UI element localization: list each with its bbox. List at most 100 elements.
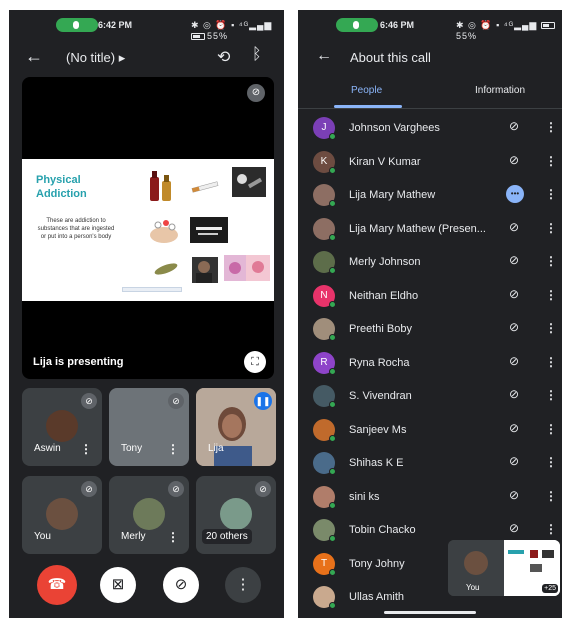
participant-row[interactable]: sini ks ⊘ ⋮ — [298, 481, 562, 514]
self-tile: You — [448, 540, 504, 596]
online-status-dot — [329, 200, 336, 207]
mic-off-icon[interactable]: ⊘ — [509, 153, 519, 167]
more-vertical-icon[interactable]: ⋮ — [545, 154, 557, 168]
mic-off-icon[interactable]: ⊘ — [509, 387, 519, 401]
mic-off-icon[interactable]: ⊘ — [509, 287, 519, 301]
pills-image — [224, 255, 246, 281]
online-status-dot — [329, 300, 336, 308]
participant-tile-you[interactable]: ⊘ You — [22, 476, 102, 554]
participant-row[interactable]: Lija Mary Mathew ••• ⋮ — [298, 179, 562, 212]
mic-off-icon[interactable]: ⊘ — [509, 119, 519, 133]
participant-tile-others[interactable]: ⊘ 20 others — [196, 476, 276, 554]
more-vertical-icon: ⋮ — [235, 576, 251, 593]
mic-active-indicator — [56, 18, 98, 32]
self-view-pip[interactable]: You +25 — [448, 540, 560, 596]
more-vertical-icon[interactable]: ⋮ — [545, 355, 557, 369]
participant-name: Merly Johnson — [349, 256, 421, 268]
participant-row[interactable]: R Ryna Rocha ⊘ ⋮ — [298, 347, 562, 380]
mic-off-icon[interactable]: ⊘ — [509, 454, 519, 468]
smoker-image — [192, 257, 218, 283]
participant-row[interactable]: Preethi Boby ⊘ ⋮ — [298, 313, 562, 346]
mic-off-icon[interactable]: ⊘ — [509, 354, 519, 368]
participant-tile-aswin[interactable]: ⊘ Aswin ⋮ — [22, 388, 102, 466]
back-arrow-icon[interactable]: ← — [316, 47, 332, 65]
fullscreen-icon[interactable]: ⛶ — [244, 351, 266, 373]
flip-camera-icon[interactable]: ⟲ — [217, 47, 230, 67]
participant-row[interactable]: K Kiran V Kumar ⊘ ⋮ — [298, 146, 562, 179]
more-vertical-icon[interactable]: ⋮ — [545, 489, 557, 503]
participant-name: S. Vivendran — [349, 390, 412, 402]
mic-off-icon[interactable]: ⊘ — [509, 421, 519, 435]
participant-tile-merly[interactable]: ⊘ Merly ⋮ — [109, 476, 189, 554]
participant-row[interactable]: Sanjeev Ms ⊘ ⋮ — [298, 414, 562, 447]
more-vertical-icon[interactable]: ⋮ — [545, 221, 557, 235]
participant-tile-tony[interactable]: ⊘ Tony ⋮ — [109, 388, 189, 466]
online-status-dot — [329, 334, 336, 341]
more-vertical-icon[interactable]: ⋮ — [167, 530, 179, 544]
more-vertical-icon[interactable]: ⋮ — [545, 321, 557, 335]
mic-icon — [353, 21, 359, 29]
mic-off-icon: ⊘ — [168, 481, 184, 497]
more-options-button[interactable]: ⋮ — [225, 567, 261, 603]
more-vertical-icon[interactable]: ⋮ — [545, 522, 557, 536]
tile-name: Tony — [121, 443, 143, 454]
mic-off-icon[interactable]: ⊘ — [509, 521, 519, 535]
participant-name: Lija Mary Mathew (Presen... — [349, 222, 486, 235]
camera-off-button[interactable]: ⊠ — [100, 567, 136, 603]
presentation-thumb: +25 — [504, 540, 560, 596]
more-vertical-icon[interactable]: ⋮ — [545, 388, 557, 402]
participant-name: Tobin Chacko — [349, 524, 416, 536]
battery-level: 55 — [207, 31, 220, 41]
participant-row[interactable]: J Johnson Varghees ⊘ ⋮ — [298, 112, 562, 145]
more-vertical-icon[interactable]: ⋮ — [545, 422, 557, 436]
tab-divider — [298, 108, 562, 109]
back-arrow-icon[interactable]: ← — [25, 46, 43, 67]
gesture-bar — [384, 611, 476, 614]
mic-off-icon[interactable]: ⊘ — [509, 253, 519, 267]
tab-information[interactable]: Information — [475, 85, 525, 96]
meeting-title[interactable]: (No title) ▸ — [66, 50, 125, 66]
more-vertical-icon[interactable]: ⋮ — [545, 288, 557, 302]
more-vertical-icon[interactable]: ⋮ — [545, 120, 557, 134]
more-vertical-icon[interactable]: ⋮ — [545, 254, 557, 268]
mic-off-icon[interactable]: ⊘ — [509, 488, 519, 502]
mic-off-button[interactable]: ⊘ — [163, 567, 199, 603]
mic-off-icon: ⊘ — [247, 84, 265, 102]
presenter-label: Lija is presenting — [33, 356, 124, 368]
participant-row[interactable]: Lija Mary Mathew (Presen... ⊘ ⋮ — [298, 213, 562, 246]
end-call-button[interactable]: ☎ — [37, 565, 77, 605]
online-status-dot — [329, 434, 336, 442]
online-status-dot — [329, 233, 336, 241]
participant-name: Johnson Varghees — [349, 122, 440, 134]
speaking-icon: ••• — [506, 185, 524, 203]
participant-name: Ryna Rocha — [349, 356, 410, 369]
leaves-image — [154, 263, 178, 275]
tile-name: Aswin — [34, 443, 61, 454]
participant-tile-lija[interactable]: ❚❚ Lija — [196, 388, 276, 466]
tab-people[interactable]: People — [351, 85, 382, 96]
participant-row[interactable]: S. Vivendran ⊘ ⋮ — [298, 380, 562, 413]
participant-row[interactable]: N Neithan Eldho ⊘ ⋮ — [298, 280, 562, 313]
meeting-screen: 6:42 PM ✱ ◎ ⏰ ▪ ⁴ᴳ▂▄▆ 55% ← (No title) ▸… — [9, 10, 284, 618]
mic-off-icon[interactable]: ⊘ — [509, 220, 519, 234]
portrait-image — [246, 255, 270, 281]
status-time: 6:42 PM — [98, 20, 133, 30]
mic-off-icon: ⊘ — [168, 393, 184, 409]
avatar — [133, 498, 165, 530]
online-status-dot — [329, 602, 336, 609]
online-status-dot — [329, 568, 336, 576]
bottles-image — [150, 171, 171, 201]
more-vertical-icon[interactable]: ⋮ — [545, 187, 557, 201]
participant-row[interactable]: Shihas K E ⊘ ⋮ — [298, 447, 562, 480]
more-vertical-icon[interactable]: ⋮ — [545, 455, 557, 469]
online-status-dot — [329, 367, 336, 375]
bluetooth-icon[interactable]: ᛒ — [252, 46, 262, 64]
avatar — [46, 498, 78, 530]
participant-row[interactable]: Merly Johnson ⊘ ⋮ — [298, 246, 562, 279]
tile-name: Merly — [121, 531, 146, 542]
others-count: 20 others — [202, 529, 252, 544]
mic-off-icon[interactable]: ⊘ — [509, 320, 519, 334]
more-vertical-icon[interactable]: ⋮ — [80, 442, 92, 456]
more-vertical-icon[interactable]: ⋮ — [167, 442, 179, 456]
cigarette-image — [191, 181, 219, 193]
